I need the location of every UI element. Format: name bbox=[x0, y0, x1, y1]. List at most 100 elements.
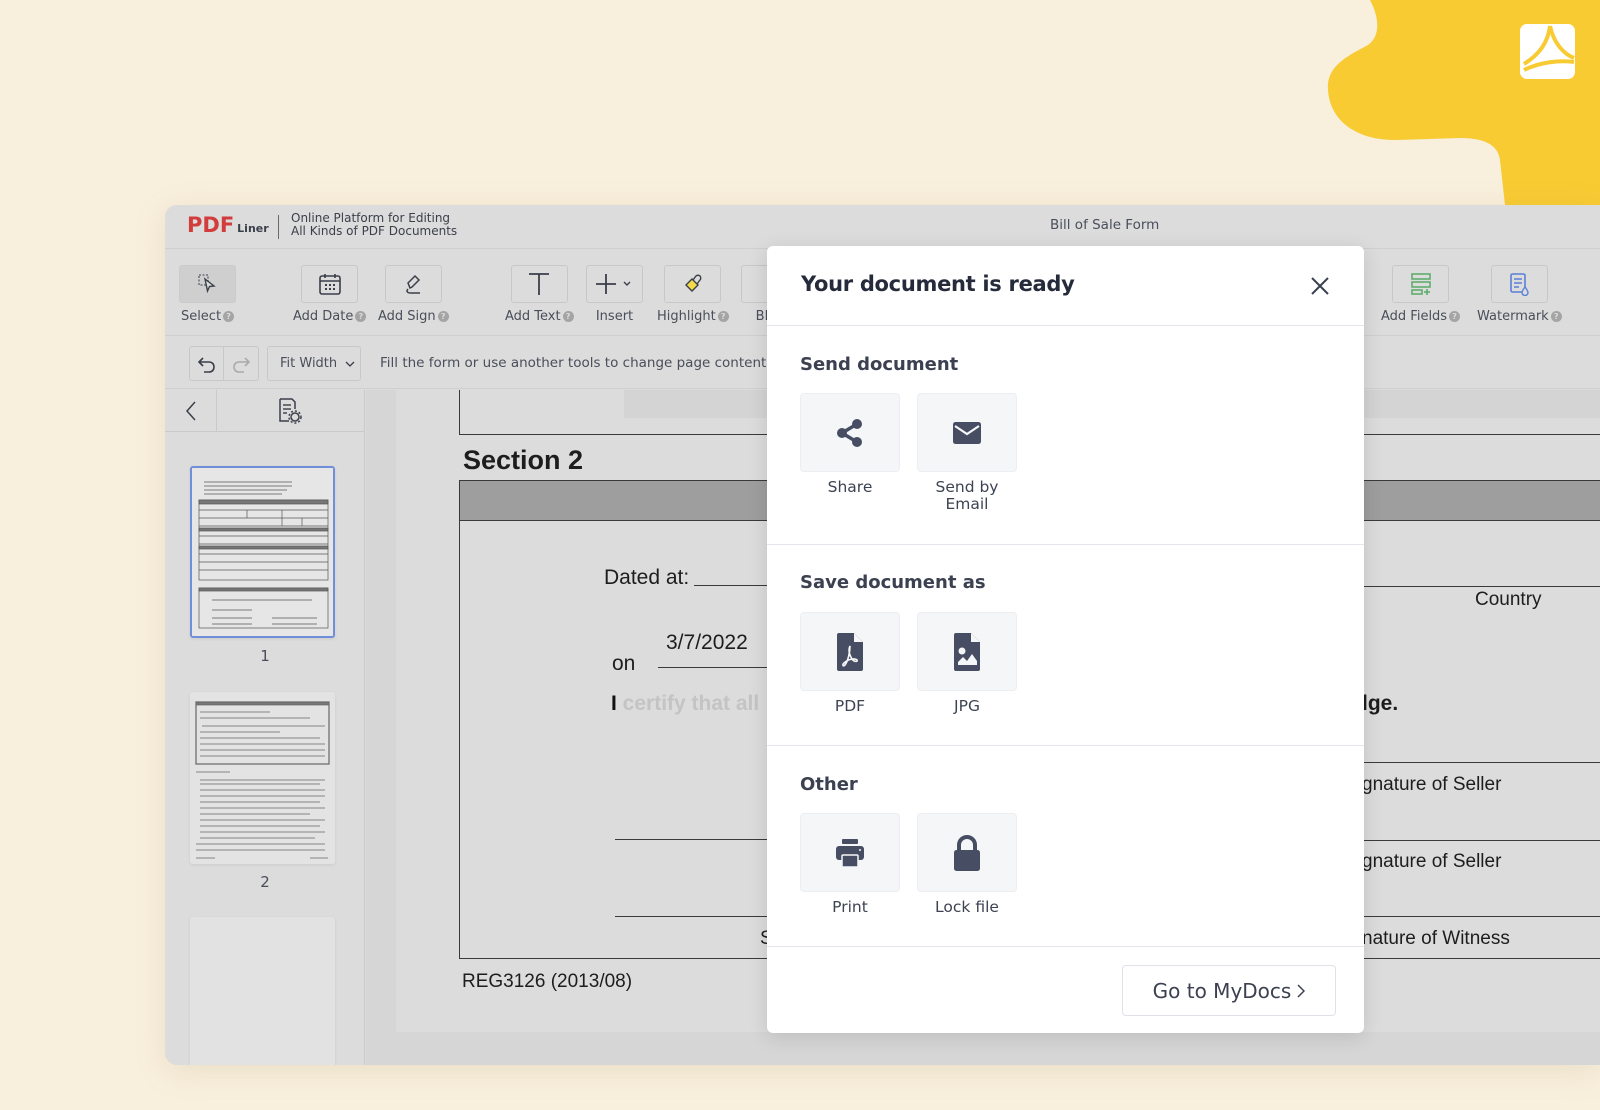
send-by-email-label: Send by Email bbox=[935, 478, 999, 513]
help-icon[interactable]: ? bbox=[223, 311, 235, 322]
logo-main: PDF bbox=[187, 213, 235, 237]
tool-label-add-sign: Add Sign bbox=[378, 309, 436, 324]
tool-select[interactable]: Select? bbox=[179, 265, 236, 324]
watermark-icon bbox=[1510, 273, 1530, 296]
pdf-file-icon bbox=[837, 632, 863, 671]
save-jpg-button[interactable]: JPG bbox=[917, 612, 1017, 715]
dated-at-label: Dated at: bbox=[604, 566, 690, 589]
undo-button[interactable] bbox=[189, 346, 224, 381]
page-thumbnail-3[interactable] bbox=[190, 917, 335, 1065]
page-thumbnail-1[interactable] bbox=[190, 466, 335, 638]
page-preview bbox=[190, 692, 335, 864]
document-settings-icon bbox=[279, 398, 302, 424]
signature-seller-label-1: gnature of Seller bbox=[1362, 774, 1502, 795]
logo-sub: Liner bbox=[237, 222, 269, 235]
certify-text-end: lge. bbox=[1362, 692, 1399, 715]
lock-file-button[interactable]: Lock file bbox=[917, 813, 1017, 916]
brush-icon bbox=[684, 274, 702, 292]
redo-button[interactable] bbox=[224, 346, 259, 381]
add-date-button[interactable] bbox=[301, 265, 359, 303]
send-by-email-button[interactable]: Send by Email bbox=[917, 393, 1017, 513]
section-heading: Section 2 bbox=[463, 445, 584, 475]
share-icon bbox=[837, 418, 862, 447]
close-button[interactable] bbox=[1307, 273, 1333, 299]
share-label: Share bbox=[827, 478, 873, 496]
highlight-button[interactable] bbox=[664, 265, 722, 303]
select-button[interactable] bbox=[179, 265, 236, 303]
document-title: Bill of Sale Form bbox=[1050, 217, 1160, 233]
add-fields-button[interactable] bbox=[1392, 265, 1450, 303]
undo-icon bbox=[197, 356, 215, 373]
zoom-select[interactable]: Fit Width bbox=[267, 346, 361, 381]
certify-text: II certify that all certify that all bbox=[611, 692, 760, 715]
divider bbox=[767, 544, 1364, 545]
page-thumbnail-2[interactable] bbox=[190, 692, 335, 864]
page-settings-button[interactable] bbox=[277, 397, 303, 429]
insert-button[interactable] bbox=[586, 265, 643, 303]
printer-icon bbox=[836, 838, 864, 868]
signature-line[interactable] bbox=[1361, 762, 1600, 763]
tool-add-text[interactable]: Add Text? bbox=[505, 265, 574, 324]
pdfliner-logo[interactable]: PDF Liner bbox=[187, 213, 269, 237]
brand-badge bbox=[1520, 24, 1575, 79]
envelope-icon bbox=[953, 421, 981, 444]
tool-label-add-text: Add Text bbox=[505, 309, 561, 324]
go-to-mydocs-button[interactable]: Go to MyDocs bbox=[1122, 965, 1336, 1016]
go-to-mydocs-label: Go to MyDocs bbox=[1152, 978, 1292, 1003]
page-thumbnails-sidebar: 1 2 bbox=[165, 390, 365, 1065]
tool-label-add-fields: Add Fields bbox=[1381, 309, 1448, 324]
lock-icon bbox=[954, 834, 980, 871]
title-bar: PDF Liner Online Platform for Editing Al… bbox=[165, 205, 1600, 249]
pdf-liner-logo-icon bbox=[1522, 25, 1575, 72]
help-icon[interactable]: ? bbox=[355, 311, 367, 322]
tool-add-fields[interactable]: Add Fields? bbox=[1381, 265, 1461, 324]
share-button[interactable]: Share bbox=[800, 393, 900, 496]
help-icon[interactable]: ? bbox=[1449, 311, 1461, 322]
date-value[interactable]: 3/7/2022 bbox=[666, 631, 748, 655]
toolbar-hint: Fill the form or use another tools to ch… bbox=[380, 355, 767, 371]
signature-witness-label: nature of Witness bbox=[1362, 928, 1510, 949]
help-icon[interactable]: ? bbox=[1550, 311, 1562, 322]
dialog-title: Your document is ready bbox=[801, 272, 1075, 296]
help-icon[interactable]: ? bbox=[437, 311, 449, 322]
calendar-icon bbox=[318, 274, 341, 295]
add-text-button[interactable] bbox=[510, 265, 568, 303]
signature-line[interactable] bbox=[615, 916, 775, 917]
save-jpg-label: JPG bbox=[954, 697, 980, 715]
page-number-1: 1 bbox=[260, 647, 270, 665]
help-icon[interactable]: ? bbox=[717, 311, 729, 322]
document-ready-dialog: Your document is ready Send document Sha… bbox=[767, 246, 1364, 1033]
help-icon[interactable]: ? bbox=[562, 311, 574, 322]
form-line bbox=[459, 390, 460, 434]
page-preview bbox=[192, 468, 333, 636]
lock-file-label: Lock file bbox=[935, 898, 999, 916]
tool-watermark[interactable]: Watermark? bbox=[1477, 265, 1562, 324]
divider bbox=[767, 325, 1364, 326]
tool-insert[interactable]: Insert bbox=[586, 265, 643, 324]
plus-icon bbox=[595, 274, 630, 294]
signature-line[interactable] bbox=[1361, 916, 1600, 917]
dated-at-field[interactable] bbox=[694, 585, 774, 586]
save-pdf-button[interactable]: PDF bbox=[800, 612, 900, 715]
image-file-icon bbox=[954, 632, 980, 671]
tool-add-date[interactable]: Add Date? bbox=[293, 265, 367, 324]
add-fields-icon bbox=[1410, 273, 1431, 295]
tool-label-watermark: Watermark bbox=[1477, 309, 1549, 324]
signature-line[interactable] bbox=[615, 839, 775, 840]
chevron-left-icon bbox=[185, 401, 196, 421]
tool-label-highlight: Highlight bbox=[657, 309, 716, 324]
page-number-2: 2 bbox=[260, 873, 270, 891]
redo-icon bbox=[233, 356, 251, 373]
tool-add-sign[interactable]: Add Sign? bbox=[378, 265, 449, 324]
on-label: on bbox=[612, 652, 636, 675]
form-line bbox=[459, 521, 460, 959]
watermark-button[interactable] bbox=[1490, 265, 1548, 303]
add-sign-button[interactable] bbox=[384, 265, 442, 303]
collapse-sidebar-button[interactable] bbox=[165, 390, 217, 432]
chevron-right-icon bbox=[1297, 983, 1306, 998]
tool-highlight[interactable]: Highlight? bbox=[657, 265, 729, 324]
signature-line[interactable] bbox=[1361, 840, 1600, 841]
print-button[interactable]: Print bbox=[800, 813, 900, 916]
tagline: Online Platform for Editing All Kinds of… bbox=[291, 212, 457, 238]
divider bbox=[767, 745, 1364, 746]
